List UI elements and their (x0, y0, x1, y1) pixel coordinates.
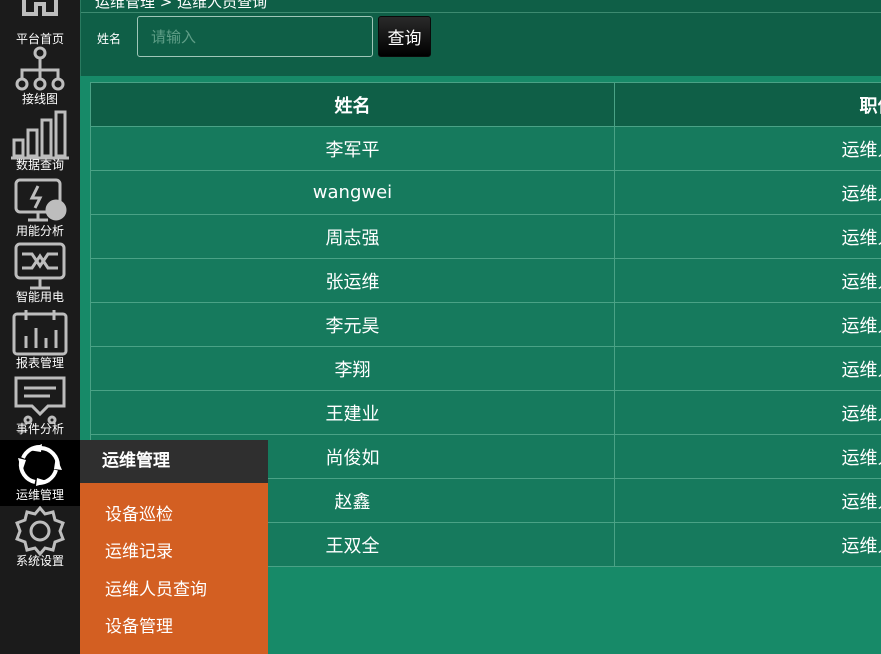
name-search-input[interactable] (137, 16, 373, 57)
nav-item-settings[interactable]: 系统设置 (0, 506, 80, 572)
cell-position: 运维人员 (614, 258, 881, 303)
table-row[interactable]: 周志强 运维人员 (90, 214, 881, 259)
cell-position: 运维人员 (614, 390, 881, 435)
nav-label: 用能分析 (15, 224, 64, 238)
cell-name: 李元昊 (90, 302, 615, 347)
table-header-row: 姓名 职位 (90, 82, 881, 127)
cell-name: 李翔 (90, 346, 615, 391)
nav-label: 接线图 (21, 92, 58, 106)
query-button[interactable]: 查询 (378, 16, 431, 57)
column-header-position: 职位 (614, 82, 881, 127)
table-row[interactable]: 张运维 运维人员 (90, 258, 881, 303)
nav-item-maintenance[interactable]: 运维管理 (0, 440, 80, 506)
cell-position: 运维人员 (614, 126, 881, 171)
cell-position: 运维人员 (614, 346, 881, 391)
report-icon (12, 310, 68, 356)
submenu-item-device-inspection[interactable]: 设备巡检 (105, 504, 173, 526)
smart-power-icon (14, 242, 66, 290)
nav-item-smart-power[interactable]: 智能用电 (0, 242, 80, 308)
nav-item-energy-analysis[interactable]: 用能分析 (0, 176, 80, 242)
name-filter-label: 姓名 (97, 32, 122, 46)
cell-position: 运维人员 (614, 214, 881, 259)
nav-label: 事件分析 (15, 422, 64, 436)
nav-item-wiring[interactable]: 接线图 (0, 44, 80, 110)
cell-name: wangwei (90, 170, 615, 215)
nav-label: 数据查询 (15, 158, 64, 172)
maintenance-submenu: 运维管理 设备巡检 运维记录 运维人员查询 设备管理 (80, 440, 268, 654)
cell-position: 运维人员 (614, 170, 881, 215)
table-row[interactable]: 王建业 运维人员 (90, 390, 881, 435)
divider (81, 12, 881, 13)
energy-analysis-icon (14, 178, 67, 222)
table-row[interactable]: wangwei 运维人员 (90, 170, 881, 215)
sidebar: 平台首页 接线图 数据查询 用能分析 智能用电 报表管理 事件分析 运维管理 系… (0, 0, 80, 654)
nav-item-data-query[interactable]: 数据查询 (0, 110, 80, 176)
cell-name: 王建业 (90, 390, 615, 435)
submenu-title: 运维管理 (80, 440, 268, 483)
table-row[interactable]: 李元昊 运维人员 (90, 302, 881, 347)
cell-name: 李军平 (90, 126, 615, 171)
cell-name: 张运维 (90, 258, 615, 303)
top-bar: 运维管理 > 运维人员查询 姓名 查询 (80, 0, 881, 76)
table-row[interactable]: 李军平 运维人员 (90, 126, 881, 171)
column-header-name: 姓名 (90, 82, 615, 127)
home-icon (22, 0, 58, 16)
refresh-icon (18, 444, 62, 486)
cell-name: 周志强 (90, 214, 615, 259)
cell-position: 运维人员 (614, 302, 881, 347)
event-icon (14, 376, 66, 424)
submenu-item-device-management[interactable]: 设备管理 (105, 616, 173, 638)
nav-label: 系统设置 (15, 554, 64, 568)
table-row[interactable]: 李翔 运维人员 (90, 346, 881, 391)
bar-chart-icon (11, 110, 69, 160)
nav-item-report[interactable]: 报表管理 (0, 308, 80, 374)
breadcrumb: 运维管理 > 运维人员查询 (95, 0, 268, 11)
nav-item-event[interactable]: 事件分析 (0, 374, 80, 440)
submenu-item-staff-query[interactable]: 运维人员查询 (105, 579, 207, 601)
submenu-item-maintenance-records[interactable]: 运维记录 (105, 541, 173, 563)
cell-position: 运维人员 (614, 478, 881, 523)
nav-item-home[interactable]: 平台首页 (0, 0, 80, 50)
cell-position: 运维人员 (614, 434, 881, 479)
gear-icon (15, 506, 65, 556)
nav-label: 报表管理 (15, 356, 64, 370)
nav-label: 智能用电 (15, 290, 64, 304)
wiring-diagram-icon (15, 46, 65, 91)
cell-position: 运维人员 (614, 522, 881, 567)
nav-label: 运维管理 (15, 488, 64, 502)
